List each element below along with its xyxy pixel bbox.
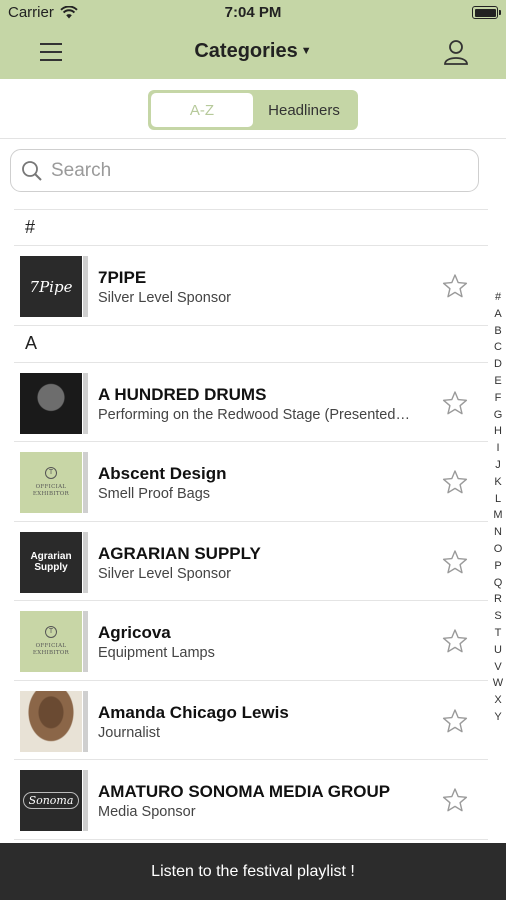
list-item[interactable]: A HUNDRED DRUMS Performing on the Redwoo… — [14, 363, 488, 442]
index-letter[interactable]: I — [496, 440, 499, 457]
thumbnail-divider — [83, 531, 88, 593]
page-title: Categories — [194, 40, 298, 62]
index-letter[interactable]: M — [493, 507, 502, 524]
item-subtitle: Silver Level Sponsor — [98, 565, 231, 582]
item-name: 7PIPE — [98, 268, 147, 287]
index-letter[interactable]: # — [495, 289, 501, 306]
item-subtitle: Equipment Lamps — [98, 645, 215, 661]
item-subtitle: Silver Level Sponsor — [98, 290, 231, 306]
item-name: Agricova — [98, 623, 171, 642]
item-name: Abscent Design — [98, 464, 227, 483]
exhibitor-list: # 7Pipe 7PIPE Silver Level Sponsor A A H… — [0, 209, 488, 840]
thumbnail-logo-text: 7Pipe — [29, 277, 73, 296]
index-letter[interactable]: U — [494, 642, 502, 659]
index-letter[interactable]: K — [494, 474, 501, 491]
thumbnail-divider — [83, 372, 88, 434]
search-icon — [22, 160, 42, 181]
user-icon — [444, 40, 468, 65]
index-letter[interactable]: O — [494, 541, 503, 558]
thumbnail-official-exhibitor: T OFFICIAL EXHIBITOR — [20, 611, 82, 672]
battery-icon — [472, 6, 501, 19]
clock: 7:04 PM — [224, 4, 282, 21]
index-letter[interactable]: E — [494, 373, 501, 390]
item-subtitle: Media Sponsor — [98, 804, 196, 820]
item-subtitle: Journalist — [98, 724, 161, 741]
segment-a-z[interactable]: A-Z — [151, 93, 253, 127]
alphabet-index[interactable]: # A B C D E F G H I J K L M N O P Q R S T U V W X Y — [490, 289, 506, 726]
index-letter[interactable]: A — [494, 306, 501, 323]
list-item[interactable]: Amanda Chicago Lewis Journalist — [14, 681, 488, 760]
index-letter[interactable]: Y — [494, 709, 501, 726]
thumbnail-photo — [20, 372, 82, 434]
item-name: AMATURO SONOMA MEDIA GROUP — [98, 782, 391, 801]
item-subtitle: Smell Proof Bags — [98, 486, 211, 502]
index-letter[interactable]: T — [495, 625, 502, 642]
status-bar: Carrier 7:04 PM — [0, 0, 506, 26]
search-area — [0, 139, 506, 209]
search-box — [10, 149, 479, 192]
exhibitor-seal-icon: T — [45, 626, 57, 638]
list-item[interactable]: Agrarian Supply AGRARIAN SUPPLY Silver L… — [14, 522, 488, 601]
list-item[interactable]: Sonoma AMATURO SONOMA MEDIA GROUP Media … — [14, 760, 488, 840]
thumbnail-logo-text: Agrarian Supply — [30, 551, 72, 573]
thumbnail-divider — [83, 452, 88, 513]
index-letter[interactable]: F — [495, 390, 502, 407]
index-letter[interactable]: X — [494, 692, 501, 709]
thumbnail-divider — [83, 770, 88, 831]
index-letter[interactable]: P — [494, 558, 501, 575]
segment-area: A-Z Headliners — [0, 79, 506, 139]
item-name: Amanda Chicago Lewis — [98, 702, 289, 722]
thumbnail-divider — [83, 611, 88, 672]
list-item[interactable]: 7Pipe 7PIPE Silver Level Sponsor — [14, 246, 488, 326]
star-icon[interactable] — [442, 273, 468, 299]
item-name: A HUNDRED DRUMS — [98, 384, 267, 404]
index-letter[interactable]: D — [494, 356, 502, 373]
thumbnail-logo-text: OFFICIAL EXHIBITOR — [32, 643, 70, 656]
thumbnail-divider — [83, 256, 88, 317]
index-letter[interactable]: J — [495, 457, 501, 474]
star-icon[interactable] — [442, 549, 468, 575]
section-header-hash: # — [14, 209, 488, 246]
caret-down-icon: ▼ — [300, 45, 312, 57]
index-letter[interactable]: S — [494, 608, 501, 625]
thumbnail-agrarian-supply: Agrarian Supply — [20, 531, 82, 593]
playlist-banner[interactable]: Listen to the festival playlist ! — [0, 843, 506, 900]
thumbnail-7pipe: 7Pipe — [20, 256, 82, 317]
star-icon[interactable] — [442, 390, 468, 416]
playlist-banner-label: Listen to the festival playlist ! — [151, 862, 355, 880]
index-letter[interactable]: C — [494, 339, 502, 356]
star-icon[interactable] — [442, 787, 468, 813]
star-icon[interactable] — [442, 469, 468, 495]
item-name: AGRARIAN SUPPLY — [98, 543, 261, 563]
exhibitor-seal-icon: T — [45, 467, 57, 479]
item-subtitle: Performing on the Redwood Stage (Present… — [98, 406, 413, 423]
sort-segmented-control: A-Z Headliners — [148, 90, 358, 130]
section-header-a: A — [14, 325, 488, 363]
thumbnail-divider — [83, 690, 88, 752]
thumbnail-logo-text: OFFICIAL EXHIBITOR — [32, 484, 70, 497]
index-letter[interactable]: V — [494, 659, 501, 676]
thumbnail-photo — [20, 690, 82, 752]
thumbnail-sonoma: Sonoma — [20, 770, 82, 831]
index-letter[interactable]: L — [495, 491, 501, 508]
star-icon[interactable] — [442, 628, 468, 654]
search-input[interactable] — [51, 159, 451, 182]
thumbnail-logo-text: Sonoma — [22, 792, 80, 809]
index-letter[interactable]: R — [494, 591, 502, 608]
star-icon[interactable] — [442, 708, 468, 734]
list-item[interactable]: T OFFICIAL EXHIBITOR Abscent Design Smel… — [14, 442, 488, 522]
index-letter[interactable]: W — [493, 675, 503, 692]
index-letter[interactable]: Q — [494, 575, 503, 592]
index-letter[interactable]: G — [494, 407, 503, 424]
categories-dropdown[interactable]: Categories ▼ — [0, 40, 506, 63]
index-letter[interactable]: B — [494, 323, 501, 340]
nav-bar: Categories ▼ — [0, 26, 506, 79]
index-letter[interactable]: N — [494, 524, 502, 541]
thumbnail-official-exhibitor: T OFFICIAL EXHIBITOR — [20, 452, 82, 513]
list-item[interactable]: T OFFICIAL EXHIBITOR Agricova Equipment … — [14, 601, 488, 681]
profile-button[interactable] — [442, 38, 470, 66]
index-letter[interactable]: H — [494, 423, 502, 440]
segment-headliners[interactable]: Headliners — [253, 93, 355, 127]
